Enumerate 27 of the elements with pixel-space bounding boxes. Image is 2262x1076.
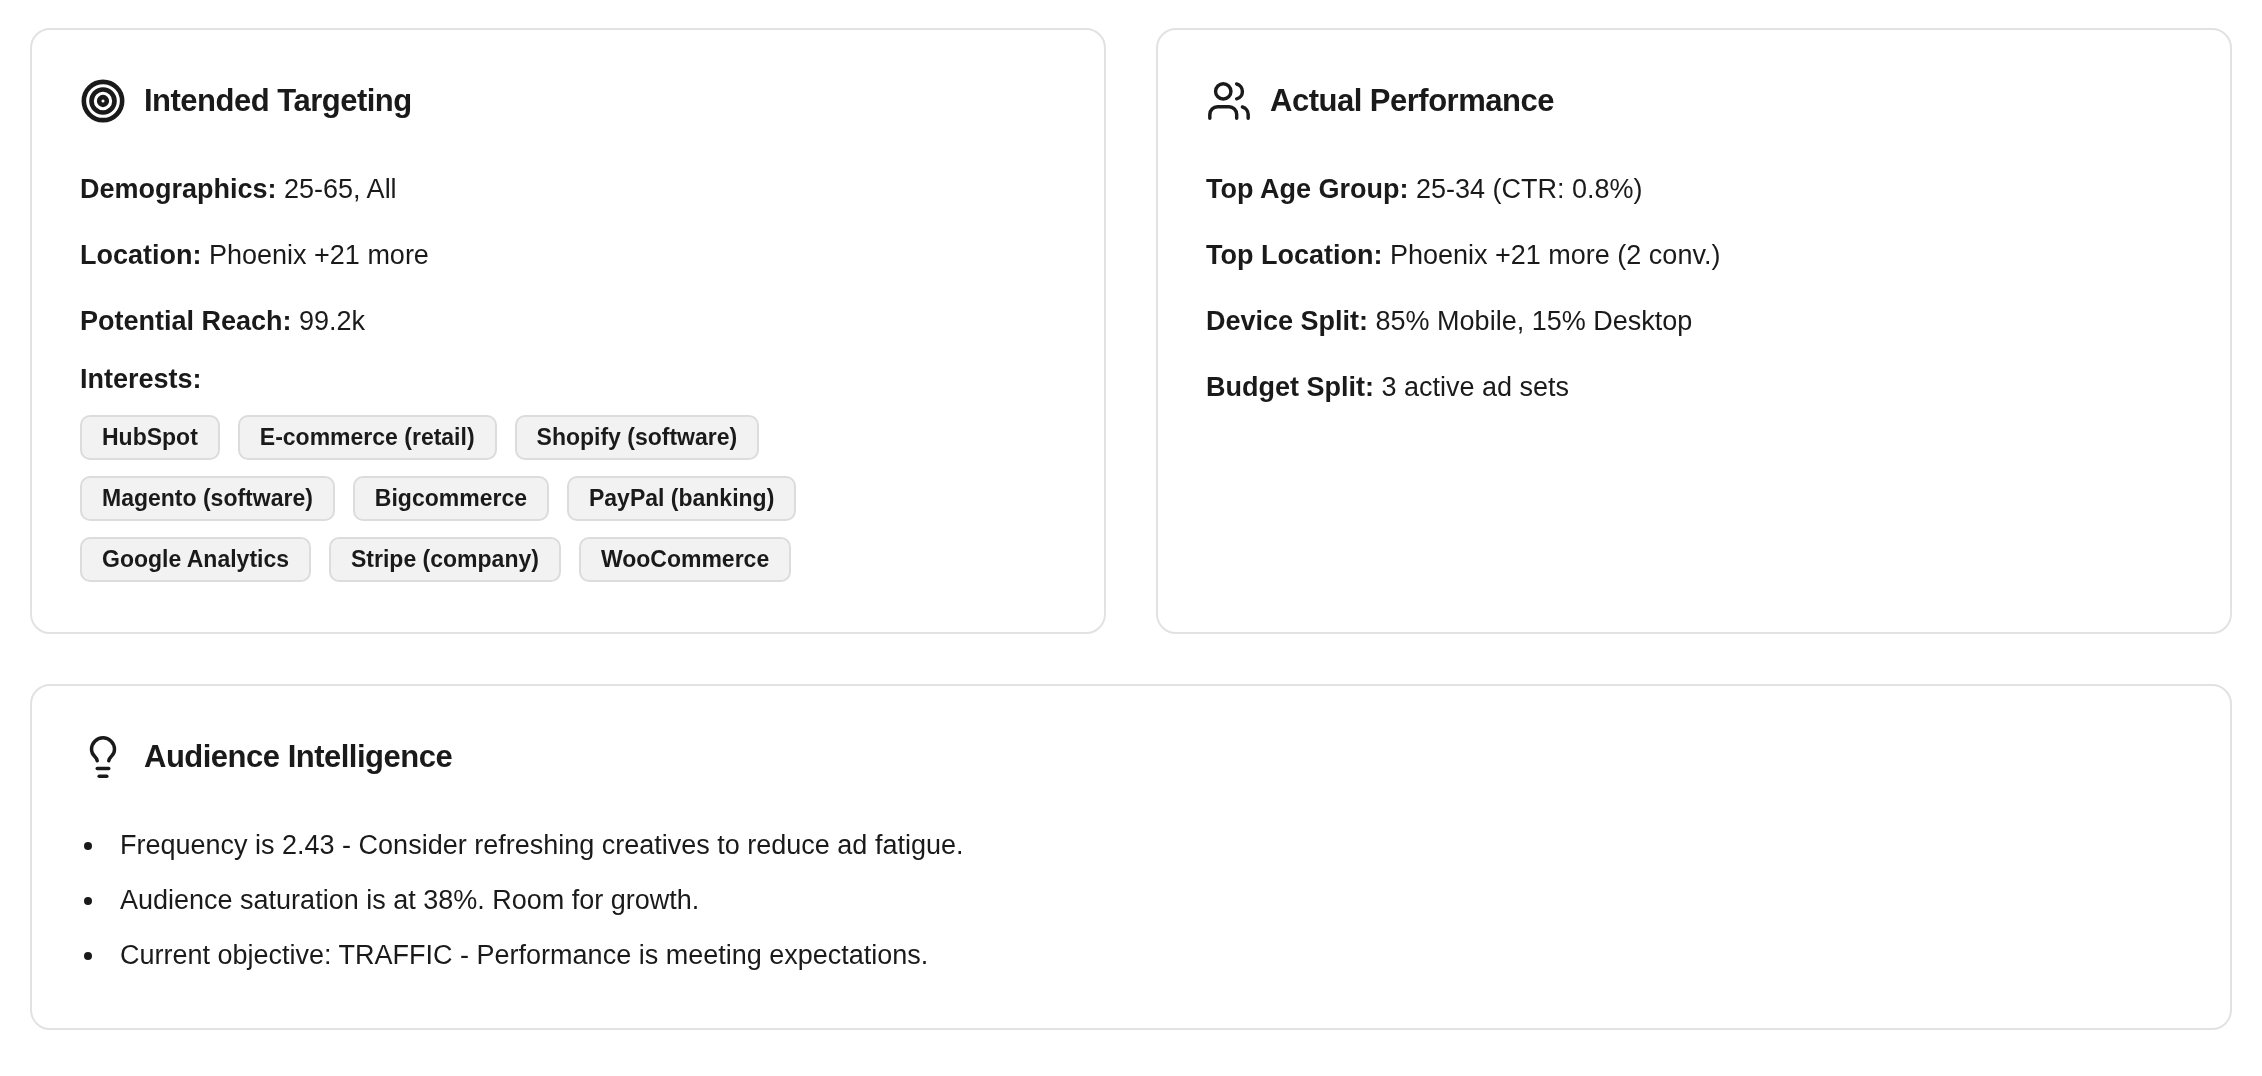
field-text: Top Location: Phoenix +21 more (2 conv.) — [1206, 240, 1722, 271]
interest-tag: Google Analytics — [80, 537, 312, 582]
interest-tag: Bigcommerce — [352, 476, 549, 521]
field-text: Location: Phoenix +21 more — [80, 240, 430, 271]
insight-text: Current objective: TRAFFIC - Performance is meeting expectations. — [120, 940, 929, 971]
card-title: Actual Performance — [1270, 83, 1554, 119]
field-text: Budget Split: 3 active ad sets — [1206, 372, 1571, 403]
target-icon — [80, 78, 126, 124]
interest-tag: Stripe (company) — [329, 537, 561, 582]
interest-tag: Magento (software) — [80, 476, 335, 521]
insight-text: Audience saturation is at 38%. Room for growth. — [120, 885, 700, 916]
insight-text: Frequency is 2.43 - Consider refreshing creatives to reduce ad fatigue. — [120, 830, 964, 861]
interests-label: Interests: — [80, 364, 203, 395]
interest-tag: E-commerce (retail) — [237, 415, 497, 460]
interest-tag: PayPal (banking) — [566, 476, 797, 521]
field-text: Top Age Group: 25-34 (CTR: 0.8%) — [1206, 174, 1644, 205]
interest-tag: Shopify (software) — [514, 415, 760, 460]
card-title: Audience Intelligence — [144, 739, 453, 775]
field-text: Demographics: 25-65, All — [80, 174, 398, 205]
card-title: Intended Targeting — [144, 83, 412, 119]
interest-tag: HubSpot — [80, 415, 220, 460]
field-text: Potential Reach: 99.2k — [80, 306, 367, 337]
bullet-icon — [84, 841, 92, 850]
bullet-icon — [84, 951, 92, 960]
field-text: Device Split: 85% Mobile, 15% Desktop — [1206, 306, 1694, 337]
interest-tag: WooCommerce — [578, 537, 792, 582]
bullet-icon — [84, 896, 92, 905]
